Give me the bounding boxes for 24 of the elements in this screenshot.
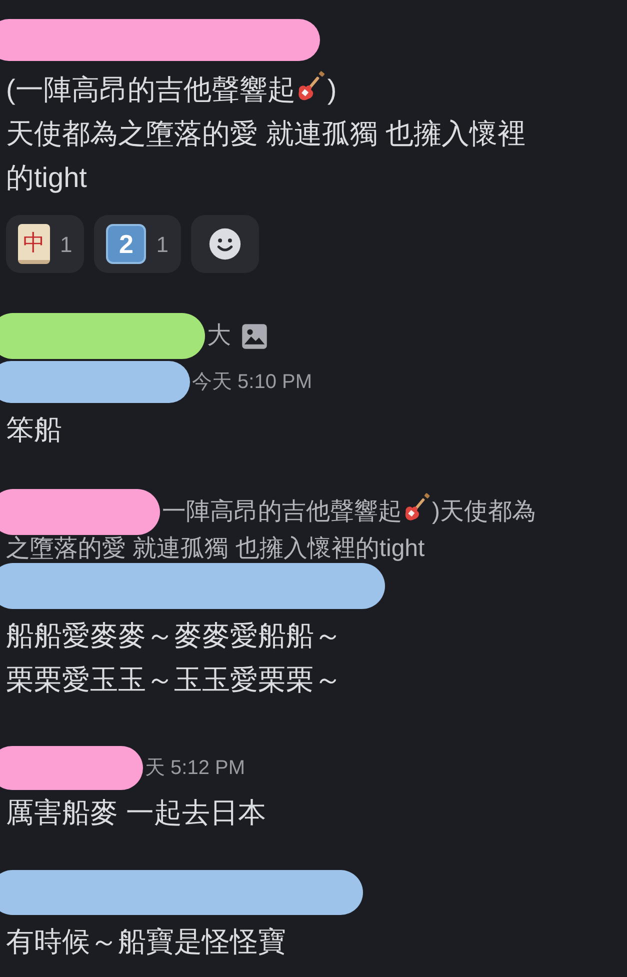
message-text: 的tight: [6, 162, 87, 193]
add-reaction-button[interactable]: [190, 215, 258, 273]
reply-text: 之墮落的愛 就連孤獨 也擁入懷裡的tight: [5, 534, 426, 564]
message-text: ): [327, 74, 337, 105]
keycap-emoji: 2: [106, 224, 146, 264]
message-text: 天使都為之墮落的愛 就連孤獨 也擁入懷裡: [6, 118, 526, 149]
smiley-icon: [208, 227, 242, 261]
message-text: )天使都為: [432, 498, 536, 525]
reaction-button[interactable]: 中 1: [6, 215, 84, 273]
message-text: 一陣高昂的吉他聲響起: [162, 498, 402, 525]
message-text: 有時候～船寶是怪怪寶: [6, 926, 286, 957]
role-tag: 大: [207, 318, 231, 354]
timestamp: 今天 5:10 PM: [192, 370, 312, 395]
reaction-button[interactable]: 2 1: [94, 215, 180, 273]
image-icon: [241, 322, 268, 350]
message-text: 栗栗愛玉玉～玉玉愛栗栗～: [6, 664, 342, 695]
message-text: 厲害船麥 一起去日本: [6, 797, 266, 828]
message-text: (一陣高昂的吉他聲響起: [6, 74, 296, 105]
timestamp: 天 5:12 PM: [145, 756, 246, 781]
message-text: 船船愛麥麥～麥麥愛船船～: [6, 620, 342, 651]
reaction-count: 1: [156, 230, 168, 258]
tile-emoji: 中: [18, 224, 50, 264]
message-text: 笨船: [6, 414, 62, 445]
reaction-count: 1: [60, 230, 72, 258]
